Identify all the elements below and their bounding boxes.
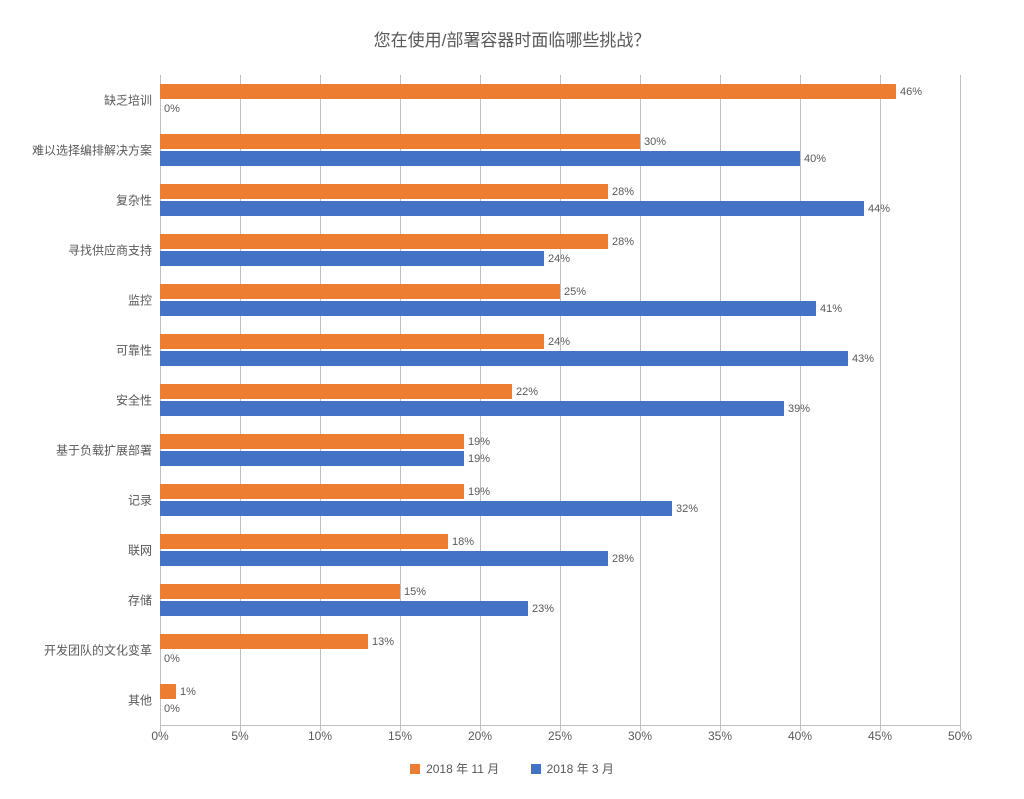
bar-value-label: 28% [612, 186, 634, 198]
x-tick-label: 50% [948, 729, 972, 743]
category-label: 记录 [128, 492, 152, 509]
bar-series-a: 19% [160, 434, 464, 449]
bar-value-label: 1% [180, 686, 196, 698]
bar-value-label: 43% [852, 353, 874, 365]
category-label: 缺乏培训 [104, 92, 152, 109]
bar-value-label: 0% [164, 703, 180, 715]
legend-item-a: 2018 年 11 月 [410, 760, 499, 777]
category-group: 难以选择编排解决方案30%40% [160, 125, 960, 175]
legend-label-a: 2018 年 11 月 [426, 760, 499, 777]
bar-series-a: 1% [160, 684, 176, 699]
category-label: 监控 [128, 292, 152, 309]
bar-value-label: 15% [404, 586, 426, 598]
x-tick-label: 10% [308, 729, 332, 743]
bar-series-b: 32% [160, 501, 672, 516]
category-group: 基于负载扩展部署19%19% [160, 425, 960, 475]
chart-title: 您在使用/部署容器时面临哪些挑战？ [0, 26, 1024, 51]
bar-value-label: 19% [468, 486, 490, 498]
category-group: 记录19%32% [160, 475, 960, 525]
bar-value-label: 25% [564, 286, 586, 298]
bar-series-a: 28% [160, 234, 608, 249]
bar-series-b: 43% [160, 351, 848, 366]
bar-series-a: 15% [160, 584, 400, 599]
legend: 2018 年 11 月 2018 年 3 月 [0, 760, 1024, 777]
bar-series-a: 22% [160, 384, 512, 399]
category-group: 可靠性24%43% [160, 325, 960, 375]
bar-value-label: 44% [868, 203, 890, 215]
bar-value-label: 22% [516, 386, 538, 398]
category-label: 难以选择编排解决方案 [32, 142, 152, 159]
bar-series-a: 46% [160, 84, 896, 99]
bar-value-label: 0% [164, 653, 180, 665]
category-group: 安全性22%39% [160, 375, 960, 425]
category-label: 复杂性 [116, 192, 152, 209]
bar-value-label: 19% [468, 453, 490, 465]
legend-swatch-a [410, 764, 420, 774]
category-group: 存储15%23% [160, 575, 960, 625]
bar-series-a: 28% [160, 184, 608, 199]
bar-series-b: 24% [160, 251, 544, 266]
chart-container: 您在使用/部署容器时面临哪些挑战？ 0% 5% 10% 15% 20% 25% 30% 35%… [0, 0, 1024, 799]
bar-value-label: 30% [644, 136, 666, 148]
category-label: 联网 [128, 542, 152, 559]
category-label: 基于负载扩展部署 [56, 442, 152, 459]
bar-value-label: 24% [548, 253, 570, 265]
bar-value-label: 39% [788, 403, 810, 415]
bar-value-label: 41% [820, 303, 842, 315]
category-label: 其他 [128, 692, 152, 709]
bar-value-label: 28% [612, 553, 634, 565]
category-group: 其他1%0% [160, 675, 960, 725]
bar-series-b: 19% [160, 451, 464, 466]
category-label: 开发团队的文化变革 [44, 642, 152, 659]
category-group: 寻找供应商支持28%24% [160, 225, 960, 275]
category-group: 缺乏培训46%0% [160, 75, 960, 125]
category-group: 复杂性28%44% [160, 175, 960, 225]
bar-series-a: 30% [160, 134, 640, 149]
bar-value-label: 24% [548, 336, 570, 348]
x-tick-label: 30% [628, 729, 652, 743]
gridline [960, 75, 961, 731]
legend-swatch-b [531, 764, 541, 774]
plot-area: 0%5%10%15%20%25%30%35%40%45%50%缺乏培训46%0%… [160, 75, 960, 726]
bar-series-b: 28% [160, 551, 608, 566]
bar-series-b: 44% [160, 201, 864, 216]
bar-series-a: 18% [160, 534, 448, 549]
bar-value-label: 40% [804, 153, 826, 165]
bar-series-b: 23% [160, 601, 528, 616]
category-label: 寻找供应商支持 [68, 242, 152, 259]
bar-value-label: 32% [676, 503, 698, 515]
bar-value-label: 18% [452, 536, 474, 548]
category-group: 开发团队的文化变革13%0% [160, 625, 960, 675]
bar-series-b: 40% [160, 151, 800, 166]
bar-series-b: 41% [160, 301, 816, 316]
x-tick-label: 25% [548, 729, 572, 743]
bar-value-label: 46% [900, 86, 922, 98]
bar-value-label: 23% [532, 603, 554, 615]
category-label: 存储 [128, 592, 152, 609]
bar-series-a: 24% [160, 334, 544, 349]
x-tick-label: 35% [708, 729, 732, 743]
bar-series-b: 39% [160, 401, 784, 416]
x-tick-label: 0% [151, 729, 168, 743]
category-group: 联网18%28% [160, 525, 960, 575]
bar-value-label: 0% [164, 103, 180, 115]
bar-value-label: 19% [468, 436, 490, 448]
bar-series-a: 19% [160, 484, 464, 499]
bar-value-label: 13% [372, 636, 394, 648]
x-tick-label: 15% [388, 729, 412, 743]
bar-series-a: 25% [160, 284, 560, 299]
category-label: 可靠性 [116, 342, 152, 359]
x-tick-label: 45% [868, 729, 892, 743]
bar-value-label: 28% [612, 236, 634, 248]
category-label: 安全性 [116, 392, 152, 409]
category-group: 监控25%41% [160, 275, 960, 325]
x-tick-label: 5% [231, 729, 248, 743]
legend-label-b: 2018 年 3 月 [547, 760, 614, 777]
x-tick-label: 20% [468, 729, 492, 743]
bar-series-a: 13% [160, 634, 368, 649]
legend-item-b: 2018 年 3 月 [531, 760, 614, 777]
x-tick-label: 40% [788, 729, 812, 743]
